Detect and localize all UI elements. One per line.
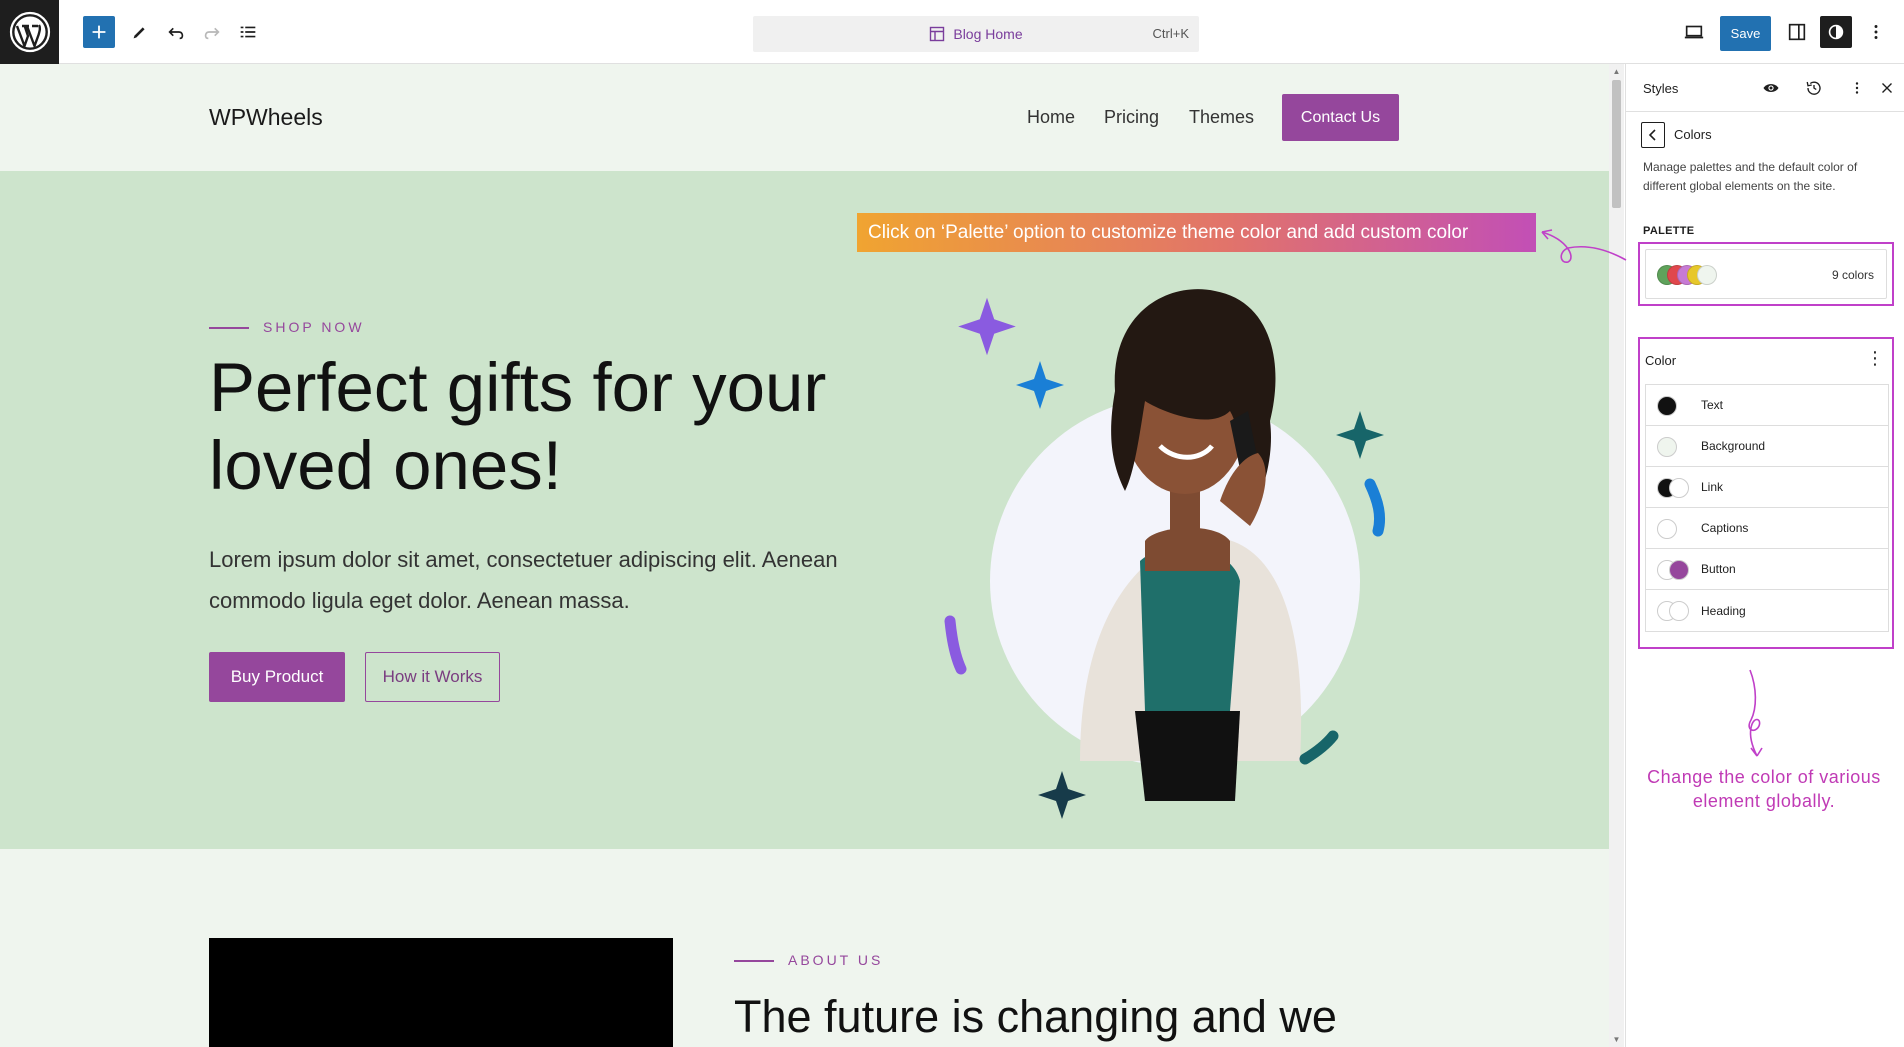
color-swatch xyxy=(1657,396,1677,416)
site-header: WPWheels Home Pricing Themes Contact Us xyxy=(0,64,1609,171)
styles-icon[interactable] xyxy=(1820,16,1852,48)
callout-arrow-icon xyxy=(1541,229,1627,263)
colors-description: Manage palettes and the default color of… xyxy=(1643,160,1858,193)
preview-device-icon[interactable] xyxy=(1678,16,1710,48)
close-icon[interactable] xyxy=(1875,76,1899,100)
color-swatch xyxy=(1657,519,1677,539)
purple-star-shape xyxy=(958,297,1016,356)
command-shortcut: Ctrl+K xyxy=(1152,26,1189,41)
color-item-label: Text xyxy=(1701,398,1724,412)
about-image[interactable] xyxy=(209,938,673,1047)
color-section-label: Color xyxy=(1645,353,1677,368)
color-item-background[interactable]: Background xyxy=(1646,426,1888,467)
hero-section: SHOP NOW Perfect gifts for your loved on… xyxy=(0,171,1609,849)
scroll-down-arrow-icon[interactable]: ▼ xyxy=(1612,1035,1621,1044)
color-swatch xyxy=(1657,437,1677,457)
style-book-eye-icon[interactable] xyxy=(1759,76,1783,100)
hero-illustration[interactable] xyxy=(930,241,1410,821)
sidebar-header: Styles xyxy=(1626,64,1904,112)
hero-kicker: SHOP NOW xyxy=(263,319,365,335)
hero-paragraph[interactable]: Lorem ipsum dolor sit amet, consectetuer… xyxy=(209,539,909,621)
options-menu-icon[interactable] xyxy=(1860,16,1892,48)
command-palette-bar[interactable]: Blog Home Ctrl+K xyxy=(753,16,1199,52)
palette-label: PALETTE xyxy=(1643,225,1695,237)
wordpress-logo-icon[interactable] xyxy=(0,0,59,64)
palette-count: 9 colors xyxy=(1831,268,1874,282)
color-swatch-secondary xyxy=(1669,601,1689,621)
save-button[interactable]: Save xyxy=(1720,16,1771,51)
tutorial-note: Change the color of various element glob… xyxy=(1647,767,1881,811)
purple-confetti-shape xyxy=(944,615,967,675)
teal-star-shape xyxy=(1336,411,1384,459)
palette-button[interactable]: 9 colors xyxy=(1645,249,1887,299)
color-swatch xyxy=(1669,560,1689,580)
nav-link-themes[interactable]: Themes xyxy=(1189,107,1254,128)
about-kicker-divider xyxy=(734,960,774,962)
color-item-label: Heading xyxy=(1701,603,1746,618)
undo-icon[interactable] xyxy=(160,16,192,48)
scrollbar-thumb[interactable] xyxy=(1612,80,1621,208)
revisions-history-icon[interactable] xyxy=(1802,76,1826,100)
back-arrow-icon[interactable] xyxy=(1641,122,1665,148)
editor-toolbar: Blog Home Ctrl+K Save xyxy=(0,0,1904,64)
styles-sidebar: Styles Colors Manage palettes and the de… xyxy=(1625,64,1904,1047)
about-kicker: ABOUT US xyxy=(788,952,884,968)
sidebar-title: Styles xyxy=(1643,81,1679,96)
kicker-divider xyxy=(209,327,249,329)
blue-star-shape xyxy=(1016,361,1064,409)
palette-swatch xyxy=(1697,265,1717,285)
sidebar-more-icon[interactable] xyxy=(1845,76,1869,100)
color-options-icon[interactable]: ⋮ xyxy=(1866,349,1884,367)
redo-icon[interactable] xyxy=(196,16,228,48)
edit-tool-icon[interactable] xyxy=(124,16,156,48)
color-item-button[interactable]: Button xyxy=(1646,549,1888,590)
nav-link-pricing[interactable]: Pricing xyxy=(1104,107,1159,128)
settings-sidebar-icon[interactable] xyxy=(1781,16,1813,48)
canvas-scrollbar[interactable]: ▲ ▼ xyxy=(1609,64,1624,1047)
about-heading[interactable]: The future is changing and we xyxy=(734,991,1337,1043)
color-swatch-hover xyxy=(1669,478,1689,498)
color-elements-highlight-box: Color ⋮ Text Background Link Captions Bu… xyxy=(1638,337,1894,649)
scroll-up-arrow-icon[interactable]: ▲ xyxy=(1612,67,1621,76)
color-item-heading[interactable]: Heading xyxy=(1646,590,1888,631)
site-title[interactable]: WPWheels xyxy=(209,104,323,131)
teal-confetti-shape xyxy=(1299,730,1339,765)
document-title: Blog Home xyxy=(953,26,1023,42)
colors-panel-title: Colors xyxy=(1674,127,1712,142)
color-item-label: Background xyxy=(1701,439,1766,453)
color-item-link[interactable]: Link xyxy=(1646,467,1888,508)
tutorial-callout-banner: Click on ‘Palette’ option to customize t… xyxy=(857,213,1536,252)
color-item-label: Button xyxy=(1701,562,1736,576)
palette-highlight-box: 9 colors xyxy=(1638,242,1894,306)
blue-confetti-shape xyxy=(1364,478,1386,537)
how-it-works-button[interactable]: How it Works xyxy=(365,652,500,702)
color-item-text[interactable]: Text xyxy=(1646,385,1888,426)
nav-link-home[interactable]: Home xyxy=(1027,107,1075,128)
buy-product-button[interactable]: Buy Product xyxy=(209,652,345,702)
dark-star-shape xyxy=(1038,771,1086,819)
hero-heading[interactable]: Perfect gifts for your loved ones! xyxy=(209,349,909,505)
color-item-captions[interactable]: Captions xyxy=(1646,508,1888,549)
note-arrow-icon xyxy=(1748,669,1763,757)
color-item-label: Captions xyxy=(1701,521,1749,535)
contact-us-button[interactable]: Contact Us xyxy=(1282,94,1399,141)
document-overview-icon[interactable] xyxy=(232,16,264,48)
editor-canvas[interactable]: WPWheels Home Pricing Themes Contact Us … xyxy=(0,64,1609,1047)
add-block-button[interactable] xyxy=(83,16,115,48)
color-element-list: Text Background Link Captions Button Hea… xyxy=(1645,384,1889,632)
template-icon xyxy=(930,26,945,42)
color-item-label: Link xyxy=(1701,480,1724,494)
